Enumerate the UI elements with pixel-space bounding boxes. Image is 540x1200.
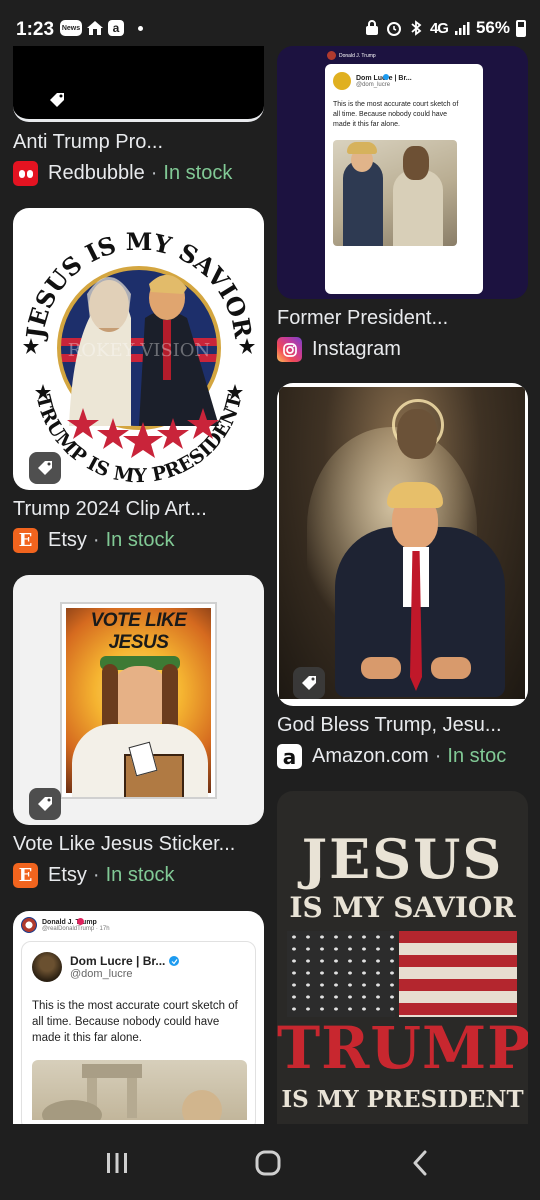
result-title[interactable]: Trump 2024 Clip Art... [13,498,264,521]
signal-icon [454,20,470,36]
verified-icon [76,917,84,925]
app-notification-icon: a [108,20,124,36]
stock-status: In stock [105,864,175,886]
result-source[interactable]: Redbubble · In stock [13,161,264,186]
quoted-handle: @dom_lucre [356,81,391,88]
result-source[interactable]: a Amazon.com · In stoc [277,744,540,769]
source-name: Redbubble [48,162,145,184]
court-sketch-image [32,1060,247,1120]
tag-icon [41,84,73,116]
quoted-tweet: Dom Lucre | Br... @dom_lucre This is the… [21,941,256,1124]
alarm-icon [386,20,402,36]
amazon-icon: a [277,744,302,769]
instagram-icon [277,337,302,362]
avatar [32,952,62,982]
status-time: 1:23 [16,19,55,40]
lock-icon [364,20,380,36]
source-name: Instagram [312,338,401,360]
verified-icon [169,956,180,966]
avatar [21,917,37,933]
bluetooth-icon [408,20,424,36]
tweet-text: This is the most accurate court sketch o… [333,101,459,128]
flag-graphic [287,931,517,1017]
court-sketch-image [333,140,457,246]
result-title[interactable]: God Bless Trump, Jesu... [277,714,540,737]
battery-icon [516,19,526,37]
result-source[interactable]: E Etsy · In stock [13,528,264,553]
home-button[interactable] [248,1148,288,1178]
result-image[interactable]: VOTE LIKE JESUS [13,575,264,825]
result-source[interactable]: E Etsy · In stock [13,863,264,888]
quoted-handle: @dom_lucre [70,968,133,980]
tweet-author: Donald J. Trump [339,52,376,59]
etsy-icon: E [13,528,38,553]
result-title[interactable]: Vote Like Jesus Sticker... [13,833,264,856]
sticker-title: VOTE LIKE JESUS [90,610,187,653]
tweet-author: Donald J. Trump [42,918,97,926]
stock-status: In stock [105,529,175,551]
result-source[interactable]: Instagram [277,337,528,362]
stock-status: In stock [163,162,233,184]
poster-line-3: TRUMP [277,1014,528,1082]
recents-button[interactable] [97,1148,137,1178]
poster-line-2: IS MY SAVIOR [289,891,516,924]
notification-icons: News a [60,20,143,36]
navigation-bar [0,1124,540,1200]
tag-icon [29,452,61,484]
poster-line-4: IS MY PRESIDENT [281,1086,524,1113]
verified-icon [382,74,389,80]
tweet-card: Dom Lucre | Br... @dom_lucre This is the… [325,64,483,294]
etsy-icon: E [13,863,38,888]
result-image[interactable]: Donald J. Trump Dom Lucre | Br... @dom_l… [277,46,528,299]
separator: · [150,162,158,184]
separator: · [92,529,100,551]
recents-icon [107,1153,127,1173]
tweet-header: Donald J. Trump @realDonaldTrump · 17h [21,917,110,933]
battery-percent: 56% [475,18,510,37]
system-icons: 4G 56% [364,18,526,38]
result-image[interactable]: JESUS IS MY SAVIOR TRUMP IS MY PRESIDENT [277,791,528,1124]
poster-line-1: JESUS [301,827,504,891]
quoted-name: Dom Lucre | Br... [70,954,166,968]
source-name: Amazon.com [312,745,429,767]
canvas-painting [279,387,525,699]
back-icon [413,1150,427,1176]
status-bar: 1:23 News a 4G 56% [0,0,540,46]
avatar [333,72,351,90]
avatar [327,51,336,60]
result-image[interactable] [277,383,528,706]
sticker-art: VOTE LIKE JESUS [60,602,217,799]
result-title[interactable]: Anti Trump Pro... [13,131,264,154]
tag-icon [293,667,325,699]
source-name: Etsy [48,529,87,551]
news-icon: News [60,20,82,36]
back-button[interactable] [400,1148,440,1178]
badge-art: JESUS IS MY SAVIOR TRUMP IS MY PRESIDENT… [20,227,258,487]
separator: · [434,745,442,767]
more-notifications-icon [138,25,143,31]
tweet-handle: @realDonaldTrump · 17h [42,925,110,932]
tag-icon [29,788,61,820]
source-name: Etsy [48,864,87,886]
home-icon [255,1150,281,1176]
separator: · [92,864,100,886]
redbubble-icon [13,161,38,186]
stock-status: In stoc [447,745,507,767]
result-image[interactable]: Donald J. Trump @realDonaldTrump · 17h D… [13,911,264,1124]
tweet-text: This is the most accurate court sketch o… [32,1000,238,1044]
network-type: 4G [429,19,449,37]
smart-home-icon [87,21,103,35]
result-image[interactable]: JESUS IS MY SAVIOR TRUMP IS MY PRESIDENT… [13,208,264,490]
watermark: ROKEY VISION [68,340,211,361]
tweet-header: Donald J. Trump [327,51,376,60]
result-title[interactable]: Former President... [277,307,528,330]
